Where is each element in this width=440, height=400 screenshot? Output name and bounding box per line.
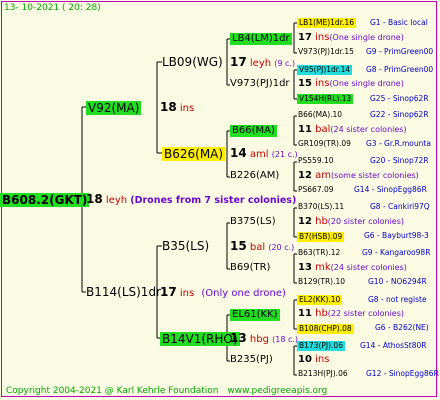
ds-info: 15 bal (20 c.) <box>230 239 295 253</box>
g4-13-id[interactable]: EL2(KK).10 <box>297 295 343 305</box>
sire-info: 18 ins <box>160 100 195 114</box>
g4-7-id[interactable]: PS559.10 <box>298 157 334 165</box>
dd-info: 13 hbg (18 c.) <box>230 331 299 345</box>
footer-copyright: Copyright 2004-2021 @ Karl Kehrle Founda… <box>6 386 328 396</box>
footer-site-link[interactable]: www.pedigreeapis.org <box>227 386 327 396</box>
report-date: 13- 10-2021 ( 20: 28) <box>4 3 101 13</box>
g3-4-info: 12 am(some sister colonies) <box>298 170 419 181</box>
g4-11-id[interactable]: B63(TR).12 <box>298 249 340 257</box>
g3-1-id[interactable]: LB4(LM)1dr <box>230 33 292 45</box>
g3-7-info: 11 hb(22 sister colonies) <box>298 308 405 319</box>
g3-1-info: 17 ins(One single drone) <box>298 32 404 43</box>
g4-8-id[interactable]: PS667.09 <box>298 186 334 194</box>
g3-3-info: 11 bal(24 sister colonies) <box>298 124 407 135</box>
g4-6-code: G3 - Gr.R.mounta <box>366 139 431 148</box>
g3-6-id[interactable]: B69(TR) <box>230 263 270 273</box>
g4-7-code: G20 - Sinop72R <box>370 156 429 165</box>
sd-id[interactable]: B626(MA) <box>162 147 226 161</box>
g4-10-code: G6 - Bayburt98-3 <box>364 231 429 240</box>
g4-1-code: G1 - Basic local <box>370 18 428 27</box>
g4-3-id[interactable]: V95(PJ)1dr.14 <box>297 65 353 75</box>
g4-1-id[interactable]: LB1(ME)1dr.16 <box>297 18 357 28</box>
g3-5-info: 12 hb(20 sister colonies) <box>298 216 405 227</box>
dd-id[interactable]: B14V1(RHO) <box>160 332 240 346</box>
dam-info: 17 ins (Only one drone) <box>160 285 286 299</box>
ds-id[interactable]: B35(LS) <box>162 240 209 252</box>
g4-16-code: G12 - SinopEgg86R <box>366 369 439 378</box>
ss-id[interactable]: LB09(WG) <box>162 56 223 68</box>
g3-6-info: 13 mk(24 sister colonies) <box>298 262 407 273</box>
g3-4-id[interactable]: B226(AM) <box>230 171 279 181</box>
g4-2-id[interactable]: V973(PJ)1dr.15 <box>298 48 354 56</box>
g3-2-id[interactable]: V973(PJ)1dr <box>230 79 290 89</box>
g3-7-id[interactable]: EL61(KK) <box>230 309 280 321</box>
root-info: 18 leyh (Drones from 7 sister colonies) <box>86 192 297 206</box>
g3-8-id[interactable]: B235(PJ) <box>230 355 273 365</box>
g4-5-id[interactable]: B66(MA).10 <box>298 111 342 119</box>
g4-8-code: G14 - SinopEgg86R <box>354 185 427 194</box>
g4-5-code: G22 - Sinop62R <box>370 110 429 119</box>
g4-4-code: G25 - Sinop62R <box>370 94 429 103</box>
root-queen-id[interactable]: B608.2(GKT) <box>0 193 90 207</box>
g4-15-id[interactable]: B173(PJ).06 <box>297 341 345 351</box>
g3-8-info: 10 ins <box>298 354 330 365</box>
g4-9-id[interactable]: B370(LS).11 <box>298 203 344 211</box>
g3-3-id[interactable]: B66(MA) <box>230 125 277 137</box>
g4-14-code: G6 - B262(NE) <box>375 323 429 332</box>
g4-9-code: G8 - Cankiri97Q <box>370 202 430 211</box>
g4-16-id[interactable]: B213H(PJ).06 <box>298 370 348 378</box>
g4-11-code: G9 - Kangaroo98R <box>362 248 431 257</box>
g4-6-id[interactable]: GR109(TR).09 <box>298 140 351 148</box>
g4-4-id[interactable]: V154H(RL).13 <box>297 94 354 104</box>
g4-14-id[interactable]: B108(CHP).08 <box>297 324 354 334</box>
sire-id[interactable]: V92(MA) <box>86 101 142 115</box>
g4-2-code: G9 - PrimGreen00 <box>366 47 434 56</box>
sd-info: 14 aml (21 c.) <box>230 146 298 160</box>
g3-2-info: 15 ins(One single drone) <box>298 78 404 89</box>
g4-10-id[interactable]: B7(HSB).09 <box>297 232 345 242</box>
g4-15-code: G14 - AthosSt80R <box>360 341 427 350</box>
g4-12-code: G10 - NO6294R <box>368 277 427 286</box>
g3-5-id[interactable]: B375(LS) <box>230 217 276 227</box>
dam-id[interactable]: B114(LS)1dr <box>86 286 161 298</box>
g4-13-code: G8 - not registe <box>368 295 427 304</box>
ss-info: 17 leyh (9 c.) <box>230 55 296 69</box>
g4-12-id[interactable]: B129(TR).10 <box>298 278 345 286</box>
g4-3-code: G8 - PrimGreen00 <box>366 65 434 74</box>
